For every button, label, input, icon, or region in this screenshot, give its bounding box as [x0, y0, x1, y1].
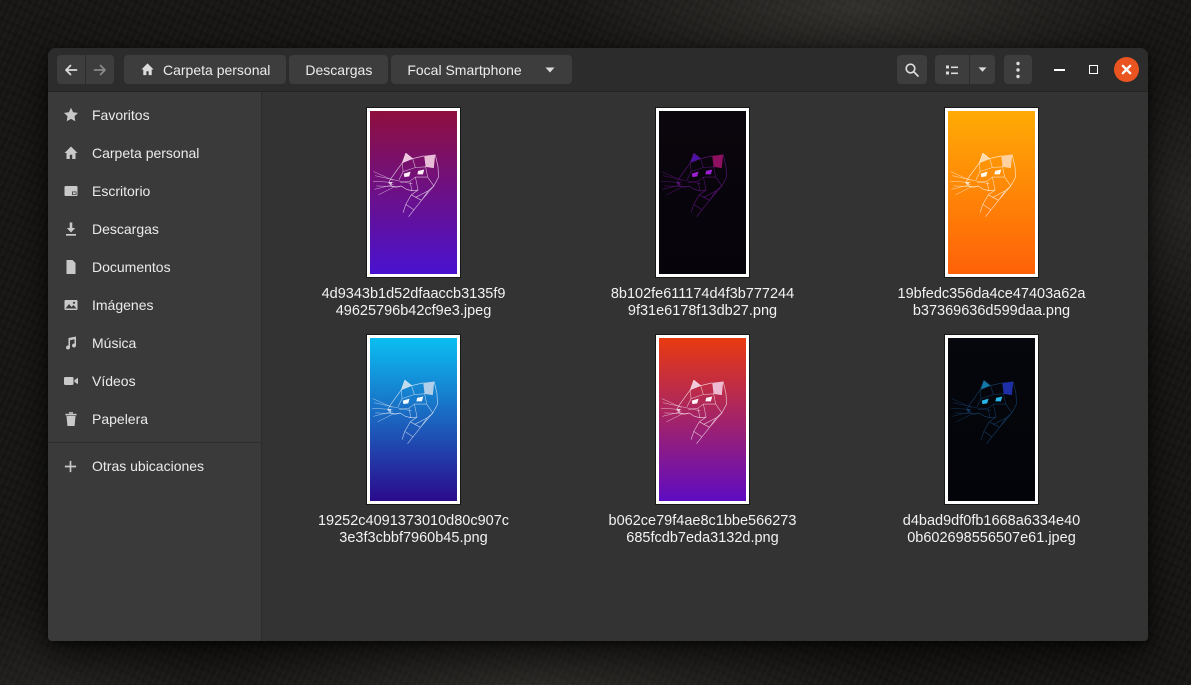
sidebar-item-label: Música — [92, 335, 136, 351]
close-button[interactable] — [1114, 57, 1139, 82]
file-name: b062ce79f4ae8c1bbe566273 685fcdb7eda3132… — [609, 513, 797, 547]
file-item[interactable]: 19bfedc356da4ce47403a62a b37369636d599da… — [898, 108, 1086, 320]
file-item[interactable]: d4bad9df0fb1668a6334e40 0b602698556507e6… — [903, 335, 1080, 547]
sidebar-item-label: Escritorio — [92, 183, 150, 199]
fossa-mascot-illustration — [661, 147, 743, 229]
file-thumbnail — [367, 335, 460, 504]
close-icon — [1121, 64, 1132, 75]
window-body: Favoritos Carpeta personal Escritorio De… — [48, 92, 1148, 641]
chevron-down-icon — [977, 66, 988, 73]
maximize-icon — [1089, 65, 1098, 74]
file-thumbnail — [656, 108, 749, 277]
trash-icon — [62, 411, 79, 427]
sidebar-item-label: Carpeta personal — [92, 145, 199, 161]
file-name: 19bfedc356da4ce47403a62a b37369636d599da… — [898, 286, 1086, 320]
sidebar-item-documentos[interactable]: Documentos — [48, 248, 261, 286]
forward-arrow-icon — [92, 62, 108, 78]
sidebar-item-label: Documentos — [92, 259, 171, 275]
breadcrumb-current-folder[interactable]: Focal Smartphone — [391, 55, 571, 84]
fossa-mascot-illustration — [661, 374, 743, 456]
breadcrumb: Carpeta personal Descargas Focal Smartph… — [124, 55, 572, 84]
sidebar: Favoritos Carpeta personal Escritorio De… — [48, 92, 262, 641]
file-thumbnail — [367, 108, 460, 277]
star-icon — [62, 107, 79, 123]
sidebar-item-label: Vídeos — [92, 373, 136, 389]
file-name: 8b102fe611174d4f3b777244 9f31e6178f13db2… — [611, 286, 794, 320]
sidebar-item-label: Favoritos — [92, 107, 150, 123]
fossa-mascot-illustration — [372, 374, 454, 456]
chevron-down-icon — [544, 66, 556, 74]
sidebar-item-label: Papelera — [92, 411, 148, 427]
file-thumbnail — [656, 335, 749, 504]
sidebar-item-favoritos[interactable]: Favoritos — [48, 96, 261, 134]
file-name: 4d9343b1d52dfaaccb3135f9 49625796b42cf9e… — [322, 286, 506, 320]
sidebar-item-papelera[interactable]: Papelera — [48, 400, 261, 438]
headerbar: Carpeta personal Descargas Focal Smartph… — [48, 48, 1148, 92]
sidebar-item-otras-ubicaciones[interactable]: Otras ubicaciones — [48, 447, 261, 485]
files-grid[interactable]: 4d9343b1d52dfaaccb3135f9 49625796b42cf9e… — [262, 92, 1148, 641]
file-name: d4bad9df0fb1668a6334e40 0b602698556507e6… — [903, 513, 1080, 547]
home-icon — [140, 62, 155, 77]
sidebar-item-videos[interactable]: Vídeos — [48, 362, 261, 400]
desktop-icon — [62, 183, 79, 199]
history-nav-group — [57, 55, 114, 84]
back-arrow-icon — [63, 62, 79, 78]
sidebar-item-label: Otras ubicaciones — [92, 458, 204, 474]
back-button[interactable] — [57, 55, 85, 84]
forward-button[interactable] — [86, 55, 114, 84]
fossa-mascot-illustration — [951, 374, 1033, 456]
video-camera-icon — [62, 373, 79, 389]
sidebar-item-carpeta-personal[interactable]: Carpeta personal — [48, 134, 261, 172]
breadcrumb-label: Carpeta personal — [163, 62, 270, 78]
headerbar-actions — [897, 55, 1139, 84]
file-manager-window: Carpeta personal Descargas Focal Smartph… — [48, 48, 1148, 641]
file-thumbnail — [945, 335, 1038, 504]
file-item[interactable]: b062ce79f4ae8c1bbe566273 685fcdb7eda3132… — [609, 335, 797, 547]
home-icon — [62, 145, 79, 161]
view-options-dropdown-button[interactable] — [970, 55, 995, 84]
sidebar-item-imagenes[interactable]: Imágenes — [48, 286, 261, 324]
music-note-icon — [62, 335, 79, 351]
minimize-icon — [1054, 69, 1065, 71]
search-button[interactable] — [897, 55, 927, 84]
fossa-mascot-illustration — [373, 147, 455, 229]
window-controls — [1046, 57, 1139, 83]
file-thumbnail — [945, 108, 1038, 277]
sidebar-item-descargas[interactable]: Descargas — [48, 210, 261, 248]
sidebar-item-label: Descargas — [92, 221, 159, 237]
sidebar-separator — [48, 442, 261, 443]
breadcrumb-descargas[interactable]: Descargas — [289, 55, 388, 84]
file-name: 19252c4091373010d80c907c 3e3f3cbbf7960b4… — [318, 513, 509, 547]
search-icon — [904, 62, 920, 78]
document-icon — [62, 259, 79, 275]
download-icon — [62, 221, 79, 237]
view-toggle-button[interactable] — [935, 55, 969, 84]
breadcrumb-label: Descargas — [305, 62, 372, 78]
breadcrumb-label: Focal Smartphone — [407, 62, 521, 78]
view-options-group — [935, 55, 995, 84]
sidebar-item-label: Imágenes — [92, 297, 153, 313]
list-view-icon — [944, 62, 960, 78]
file-item[interactable]: 4d9343b1d52dfaaccb3135f9 49625796b42cf9e… — [322, 108, 506, 320]
fossa-mascot-illustration — [950, 147, 1032, 229]
plus-icon — [62, 459, 79, 474]
file-item[interactable]: 8b102fe611174d4f3b777244 9f31e6178f13db2… — [611, 108, 794, 320]
image-icon — [62, 297, 79, 313]
maximize-button[interactable] — [1080, 57, 1106, 83]
minimize-button[interactable] — [1046, 57, 1072, 83]
breadcrumb-home[interactable]: Carpeta personal — [124, 55, 286, 84]
kebab-menu-icon — [1016, 61, 1020, 79]
sidebar-item-escritorio[interactable]: Escritorio — [48, 172, 261, 210]
menu-button[interactable] — [1004, 55, 1032, 84]
sidebar-item-musica[interactable]: Música — [48, 324, 261, 362]
file-item[interactable]: 19252c4091373010d80c907c 3e3f3cbbf7960b4… — [318, 335, 509, 547]
